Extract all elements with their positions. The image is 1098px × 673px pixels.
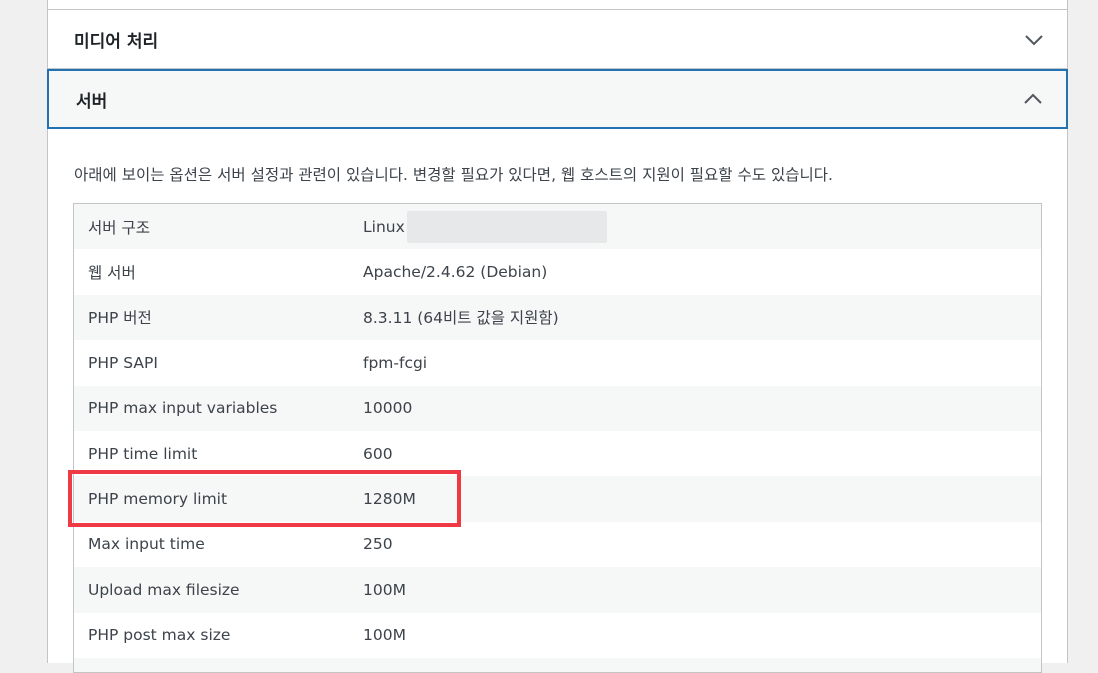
table-row: PHP SAPI fpm-fcgi [74,340,1041,386]
redacted-block [406,210,607,243]
row-label: Upload max filesize [88,580,240,599]
table-row: PHP time limit 600 [74,430,1041,477]
row-value: 10000 [363,399,413,418]
table-row: Max input time 250 [74,521,1041,568]
row-value: 100M [363,580,406,599]
table-row [74,657,1041,672]
accordion-media-handling[interactable]: 미디어 처리 [48,11,1067,69]
table-row: PHP post max size 100M [74,612,1041,658]
server-info-table: 서버 구조 Linux 웹 서버 Apache/2.4.62 (Debian) … [73,203,1042,673]
row-label: 웹 서버 [88,264,136,283]
row-value: 600 [363,444,393,463]
site-health-panel: 미디어 처리 서버 아래에 보이는 옵션은 서버 설정과 관련이 있습니다. 변… [47,0,1068,673]
table-row: PHP max input variables 10000 [74,385,1041,431]
row-label: PHP 버전 [88,309,152,328]
row-value: 1280M [363,490,416,509]
row-value: 100M [363,626,406,645]
accordion-title: 미디어 처리 [74,32,159,52]
row-label: PHP post max size [88,626,231,645]
table-row: Upload max filesize 100M [74,567,1041,613]
row-value: 250 [363,535,393,554]
row-label: PHP time limit [88,444,198,463]
row-label: Max input time [88,535,205,554]
row-value: Linux [363,217,405,236]
divider [48,9,1067,10]
row-value: fpm-fcgi [363,353,428,372]
row-value: Apache/2.4.62 (Debian) [363,263,548,282]
accordion-title: 서버 [76,91,108,112]
server-description: 아래에 보이는 옵션은 서버 설정과 관련이 있습니다. 변경할 필요가 있다면… [74,166,833,184]
table-row: PHP 버전 8.3.11 (64비트 값을 지원함) [74,294,1041,341]
row-label: 서버 구조 [88,218,150,237]
row-label: PHP max input variables [88,399,278,418]
row-value-cell: Linux [363,210,1041,243]
row-label: PHP memory limit [88,490,228,509]
chevron-up-icon [1022,88,1044,110]
chevron-down-icon [1023,29,1045,51]
table-row: 웹 서버 Apache/2.4.62 (Debian) [74,249,1041,295]
table-row: 서버 구조 Linux [74,204,1041,250]
table-row: PHP memory limit 1280M [74,476,1041,522]
row-value: 8.3.11 (64비트 값을 지원함) [363,309,559,328]
accordion-server[interactable]: 서버 [47,69,1068,129]
row-label: PHP SAPI [88,353,158,372]
